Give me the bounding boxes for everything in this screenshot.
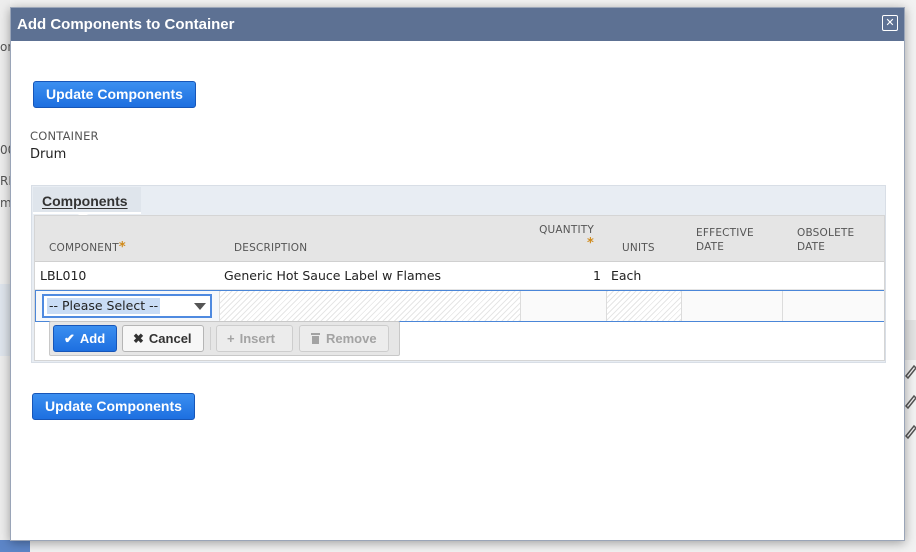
container-label: CONTAINER	[30, 129, 99, 143]
edit-cell-obsolete-date[interactable]	[782, 291, 884, 321]
component-select[interactable]: -- Please Select --	[42, 294, 212, 318]
cancel-button[interactable]: ✖ Cancel	[122, 325, 204, 352]
components-grid: COMPONENT* DESCRIPTION QUANTITY * UNITS …	[34, 215, 885, 361]
edit-icon	[904, 362, 916, 380]
column-header-units[interactable]: UNITS	[622, 241, 655, 255]
x-icon: ✖	[133, 331, 144, 346]
insert-button[interactable]: + Insert	[216, 325, 293, 352]
row-action-bar: ✔ Add ✖ Cancel + Insert Remove	[49, 321, 400, 356]
column-header-description[interactable]: DESCRIPTION	[234, 241, 307, 255]
background-button	[0, 540, 30, 552]
remove-button[interactable]: Remove	[299, 325, 389, 352]
add-components-dialog: Add Components to Container ✕ Update Com…	[10, 7, 905, 541]
edit-cell-description	[219, 291, 520, 321]
background-strip	[0, 0, 10, 552]
background-column	[904, 320, 916, 360]
column-header-obsolete-date[interactable]: OBSOLETE DATE	[797, 226, 854, 254]
table-row[interactable]: LBL010 Generic Hot Sauce Label w Flames …	[35, 262, 884, 290]
select-value: -- Please Select --	[47, 298, 161, 314]
chevron-down-icon	[194, 303, 206, 310]
required-icon: *	[587, 236, 594, 251]
grid-header: COMPONENT* DESCRIPTION QUANTITY * UNITS …	[35, 216, 884, 262]
divider	[210, 327, 211, 350]
add-button[interactable]: ✔ Add	[53, 325, 117, 352]
cell-units: Each	[611, 268, 642, 283]
components-panel: Components COMPONENT* DESCRIPTION QUANTI…	[31, 185, 886, 363]
edit-cell-component: -- Please Select --	[36, 291, 219, 321]
trash-icon	[310, 326, 321, 351]
plus-icon: +	[227, 331, 235, 346]
column-header-component[interactable]: COMPONENT*	[49, 241, 126, 255]
edit-row: -- Please Select --	[35, 290, 884, 322]
dialog-title: Add Components to Container	[17, 16, 235, 33]
cell-component: LBL010	[40, 268, 87, 283]
tab-label: Components	[42, 193, 128, 209]
check-icon: ✔	[64, 331, 75, 346]
edit-cell-effective-date[interactable]	[681, 291, 782, 321]
update-components-button-bottom[interactable]: Update Components	[32, 393, 195, 420]
cell-quantity: 1	[593, 268, 601, 283]
edit-icon	[904, 422, 916, 440]
background-panel	[0, 284, 10, 356]
dialog-header: Add Components to Container	[11, 8, 904, 41]
required-icon: *	[118, 240, 126, 255]
edit-icon	[904, 392, 916, 410]
update-components-button-top[interactable]: Update Components	[33, 81, 196, 108]
tab-components[interactable]: Components	[33, 187, 141, 214]
column-header-effective-date[interactable]: EFFECTIVE DATE	[696, 226, 754, 254]
column-header-quantity[interactable]: QUANTITY *	[538, 223, 594, 251]
edit-cell-quantity[interactable]	[520, 291, 606, 321]
edit-cell-units	[606, 291, 681, 321]
close-button[interactable]: ✕	[882, 15, 898, 31]
cell-description: Generic Hot Sauce Label w Flames	[224, 268, 442, 283]
close-icon: ✕	[885, 16, 895, 29]
container-value: Drum	[30, 147, 67, 162]
